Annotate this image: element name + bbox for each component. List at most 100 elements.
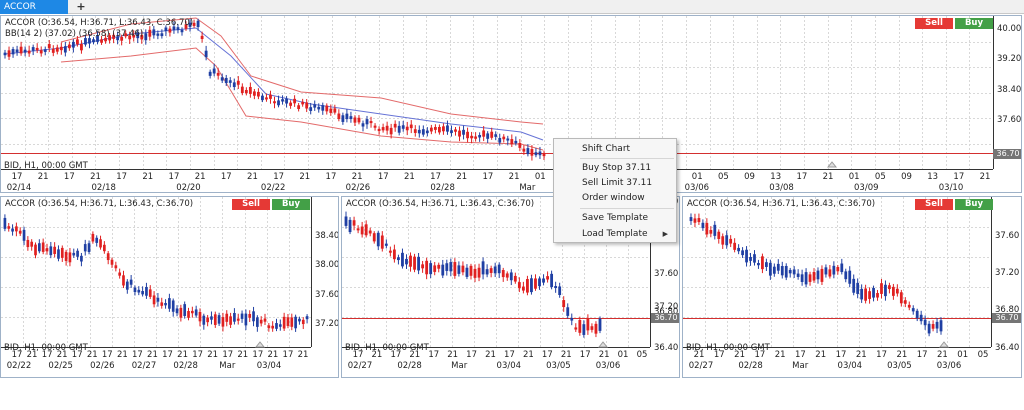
candle [60, 247, 64, 258]
x-hour-tick-label: 05 [875, 172, 886, 182]
candle [31, 47, 35, 51]
candle [733, 242, 737, 250]
candle [856, 282, 860, 294]
candle [927, 323, 931, 334]
add-tab-button[interactable]: + [74, 0, 88, 14]
menu-item-load-template[interactable]: Load Template [582, 229, 648, 239]
x-hour-tick-label: 17 [326, 172, 337, 182]
candle [437, 264, 441, 269]
tab-accor[interactable]: ACCOR [0, 0, 68, 14]
candle [76, 39, 79, 45]
x-hour-tick-label: 05 [978, 350, 989, 360]
sell-button[interactable]: Sell [915, 18, 953, 29]
x-hour-tick-label: 17 [917, 350, 928, 360]
candle [506, 138, 510, 141]
candle [446, 125, 449, 132]
x-hour-tick-label: 01 [535, 172, 546, 182]
candle [820, 268, 824, 282]
x-date-tick-label: 02/27 [348, 361, 373, 371]
candle [911, 308, 915, 312]
candle [248, 86, 252, 94]
candle [221, 317, 225, 327]
chart-window-main[interactable]: 40.00 39.20 38.40 37.60 17 21 17 21 17 21 17 21 17 21… [0, 15, 1022, 193]
y-tick-label: 37.60 [315, 290, 339, 300]
x-hour-tick-label: 21 [456, 172, 467, 182]
x-date-tick-label: 02/26 [90, 361, 115, 371]
x-date-tick-label: Mar [519, 183, 536, 193]
candle [470, 135, 473, 139]
x-date-tick-label: 02/27 [689, 361, 714, 371]
candle [129, 279, 133, 285]
x-hour-tick-label: 17 [273, 172, 284, 182]
candle [546, 276, 549, 280]
sell-button[interactable]: Sell [915, 199, 953, 210]
y-tick-label: 39.20 [997, 54, 1021, 64]
candle [501, 270, 505, 278]
candle [49, 246, 53, 256]
candle [34, 244, 37, 256]
buy-button[interactable]: Buy [955, 199, 993, 210]
x-hour-tick-label: 21 [147, 350, 158, 360]
x-date-tick-label: Mar [219, 361, 236, 371]
y-tick-label: 37.60 [654, 269, 678, 279]
x-hour-tick-label: 13 [770, 172, 781, 182]
candle [441, 264, 445, 276]
buy-button[interactable]: Buy [272, 199, 310, 210]
candle [282, 316, 286, 329]
x-date-tick-label: 02/28 [430, 183, 455, 193]
candle [26, 239, 30, 248]
candle [816, 270, 820, 280]
candle [526, 148, 530, 155]
candle [360, 226, 364, 235]
x-hour-tick-label: 21 [485, 350, 496, 360]
candle [329, 108, 333, 113]
candle [224, 77, 228, 83]
menu-item-save-template[interactable]: Save Template [582, 213, 648, 223]
candle [745, 249, 748, 263]
indicator-label: BB(14 2) (37.02) (36.58) (37.46) [5, 29, 144, 39]
sell-button[interactable]: Sell [232, 199, 270, 210]
candle [103, 244, 106, 252]
candle [210, 316, 213, 320]
candle [285, 98, 288, 104]
price-tag: 36.70 [651, 313, 679, 323]
candle [405, 126, 409, 131]
candle [935, 321, 939, 329]
candle [91, 233, 95, 242]
candle [278, 324, 282, 327]
candle [417, 129, 421, 134]
menu-item-order-window[interactable]: Order window [582, 193, 645, 203]
x-hour-tick-label: 17 [378, 172, 389, 182]
candle [364, 224, 368, 236]
x-hour-tick-label: 21 [298, 350, 309, 360]
candle [442, 126, 445, 132]
y-tick-label: 37.60 [997, 115, 1021, 125]
menu-item-sell-limit[interactable]: Sell Limit 37.11 [582, 178, 652, 188]
menu-item-buy-stop[interactable]: Buy Stop 37.11 [582, 163, 651, 173]
candle [450, 130, 453, 133]
candle [212, 68, 216, 74]
candle [148, 289, 152, 297]
candle [376, 232, 380, 247]
x-hour-tick-label: 17 [102, 350, 113, 360]
chart-window-bottom-left[interactable]: 38.40 38.00 37.60 37.20 17 21 17 21 17 21 17 21 17 21… [0, 196, 339, 378]
x-hour-tick-label: 17 [132, 350, 143, 360]
candle [156, 33, 160, 36]
candle [421, 129, 425, 135]
price-chart-main[interactable]: 40.00 39.20 38.40 37.60 17 21 17 21 17 21 17 21 17 21… [1, 16, 1022, 193]
candle [160, 302, 164, 306]
candle [297, 105, 301, 110]
chart-window-bottom-right[interactable]: 37.60 37.20 36.80 36.40 21 17 21 17 21 17 21 17 21 17… [682, 196, 1022, 378]
candle [71, 41, 75, 48]
chart-footer: BID, H1, 00:00 GMT [4, 343, 88, 353]
menu-item-shift-chart[interactable]: Shift Chart [582, 144, 630, 154]
candle [454, 129, 457, 132]
candle [156, 297, 160, 302]
y-tick-label: 38.40 [997, 85, 1021, 95]
x-date-tick-label: 02/14 [7, 183, 32, 193]
candle [888, 285, 891, 290]
candle [265, 97, 268, 100]
candle [574, 327, 578, 330]
buy-button[interactable]: Buy [955, 18, 993, 29]
candle [413, 256, 416, 270]
